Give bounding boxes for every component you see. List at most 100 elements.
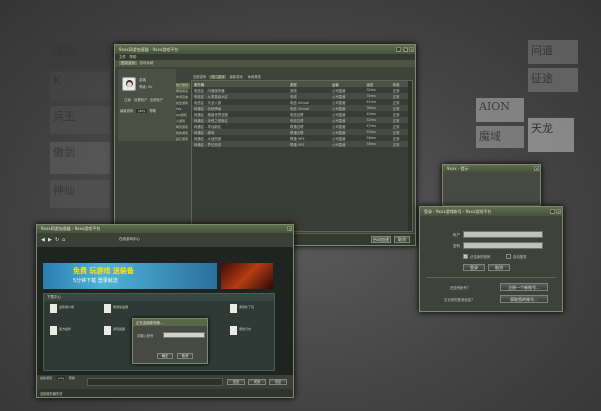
main-window-titlebar[interactable]: 9xxx网游加速器 - 9xxx游戏平台 _ □ × — [115, 45, 415, 54]
account-input[interactable] — [463, 231, 543, 238]
banner-headline: 免费 玩游戏 送装备 — [73, 267, 134, 275]
login-title: 登录 - 9xxx游戏帐号 - 9xxx游戏平台 — [424, 209, 492, 214]
remember-checkbox[interactable]: ✓ — [463, 254, 468, 259]
file-item[interactable]: 官方插件 — [50, 326, 80, 340]
small-window-title: 9xxx - 提示 — [447, 166, 469, 171]
close-icon[interactable]: × — [287, 226, 292, 231]
auto-login-checkbox[interactable] — [506, 254, 511, 259]
divider — [426, 277, 556, 278]
table-cell-type: 联通 VPS — [288, 141, 330, 147]
browser-toolbar: ◀ ▶ ↻ ⌂ 在线游戏中心 — [37, 233, 293, 247]
back-icon[interactable]: ◀ — [41, 237, 45, 243]
promo-banner[interactable]: 免费 玩游戏 送装备 5分钟下载 登录就送 — [43, 263, 217, 289]
footer-tag[interactable]: play — [57, 376, 66, 380]
file-item[interactable]: 游戏截图 — [104, 326, 134, 340]
clear-button[interactable]: 清空 — [269, 379, 287, 385]
login-cancel-button[interactable]: 取消 — [488, 264, 510, 271]
maximize-icon[interactable]: □ — [403, 47, 408, 52]
window-title: 9xxx网游加速器 - 9xxx游戏平台 — [119, 47, 179, 52]
tag-latest[interactable]: 最新游戏 — [120, 109, 133, 113]
bg-tile: 兵王 — [50, 106, 110, 134]
dialog-ok-button[interactable]: 确定 — [157, 353, 173, 359]
section-title: 下载中心 — [44, 294, 274, 301]
bg-tile: 问道 — [528, 40, 578, 64]
avatar[interactable] — [122, 77, 136, 91]
table-cell-name: 网通区 - 梦幻西游 — [192, 141, 288, 147]
download-panel: 下载中心 最新客户端 网游加速器 游戏补丁包 官方插件 游戏截图 更新日志 正在… — [43, 293, 275, 371]
forgot-text: 忘记你的登录信息？ — [444, 298, 475, 302]
close-button[interactable]: 关闭 — [248, 379, 266, 385]
no-account-text: 还没有帐号？ — [450, 286, 471, 290]
retrieve-button[interactable]: 获取您的帐号... — [500, 295, 548, 303]
minimize-icon[interactable]: _ — [396, 47, 401, 52]
login-button[interactable]: 登录 — [463, 264, 485, 271]
minimize-icon[interactable]: _ — [550, 209, 555, 214]
logout-link[interactable]: 注销 — [124, 98, 131, 102]
side-banner[interactable] — [221, 263, 273, 289]
dialog-label: 请输入帐号 — [137, 334, 154, 338]
bg-tile: 傲剑 — [50, 142, 110, 174]
home-icon[interactable]: ⌂ — [62, 237, 65, 243]
login-window: 登录 - 9xxx游戏帐号 - 9xxx游戏平台 _ × 帐户 密码 ✓ 记住我… — [419, 206, 563, 312]
refresh-icon[interactable]: ↻ — [55, 237, 59, 243]
account-label: 帐户 — [453, 233, 461, 237]
server-table: 服务器 类型 运营 延迟 状态 电信区 - 问道服务器 双线 公司直营 32ms 正常电… — [192, 81, 412, 147]
tab-new[interactable]: 最新游戏 — [228, 75, 245, 79]
user-panel: 游客 等级: 0V 注销 设置帐户 全部帐户 最新游戏 play 帮助 — [118, 69, 176, 141]
tag-play[interactable]: play — [136, 109, 148, 113]
forward-icon[interactable]: ▶ — [48, 237, 52, 243]
user-tags: 最新游戏 play 帮助 — [120, 108, 156, 113]
category-item[interactable]: 其它游戏 — [176, 137, 190, 143]
bg-tile: AION — [476, 98, 524, 122]
table-cell-ping: 58ms — [364, 141, 391, 147]
browser-titlebar[interactable]: 9xxx网游加速器 - 9xxx游戏平台 × — [37, 225, 293, 233]
file-item[interactable]: 网游加速器 — [104, 304, 134, 318]
tab-hot[interactable]: 热门游戏 — [209, 75, 227, 79]
settings-link[interactable]: 设置帐户 — [134, 98, 148, 102]
web-content: 免费 玩游戏 送装备 5分钟下载 登录就送 下载中心 最新客户端 网游加速器 游… — [37, 247, 293, 383]
toolbar-login[interactable]: 登录游戏 — [119, 61, 137, 65]
footer-tag[interactable]: 帮助 — [69, 376, 75, 380]
password-label: 密码 — [453, 244, 461, 248]
accounts-link[interactable]: 全部帐户 — [150, 98, 164, 102]
file-item[interactable]: 最新客户端 — [50, 304, 80, 318]
table-row[interactable]: 网通区 - 梦幻西游 联通 VPS 公司直营 58ms 正常 — [192, 141, 412, 147]
register-button[interactable]: 注册一个新帐号... — [500, 283, 548, 291]
password-input[interactable] — [463, 242, 543, 249]
small-window-titlebar[interactable]: 9xxx - 提示 × — [443, 165, 540, 172]
tab-all[interactable]: 全部游戏 — [191, 75, 208, 79]
toolbar-store[interactable]: 游戏商城 — [139, 61, 153, 65]
accelerate-button[interactable]: 启动加速 — [371, 236, 391, 243]
bg-tile: 寻仙 — [50, 40, 110, 68]
browser-title: 9xxx网游加速器 - 9xxx游戏平台 — [41, 226, 101, 231]
footer-tag[interactable]: 最新游戏 — [40, 376, 52, 380]
send-button[interactable]: 发送 — [227, 379, 245, 385]
toolbar: 登录游戏 游戏商城 — [115, 60, 415, 67]
close-icon[interactable]: × — [409, 47, 414, 52]
close-icon[interactable]: × — [534, 166, 539, 171]
menu-file[interactable]: 文件 — [119, 55, 126, 59]
file-icon — [50, 304, 57, 313]
file-icon — [230, 304, 237, 313]
file-item[interactable]: 游戏补丁包 — [230, 304, 260, 318]
table-cell-op: 公司直营 — [330, 141, 365, 147]
close-icon[interactable]: × — [556, 209, 561, 214]
bg-tile: 天龙 — [528, 118, 574, 152]
connect-dialog: 正在连接服务器... 请输入帐号 确定 取消 — [132, 318, 208, 364]
bg-tile: 魔域 — [476, 126, 524, 148]
dialog-input[interactable] — [163, 332, 205, 338]
dialog-cancel-button[interactable]: 取消 — [177, 353, 193, 359]
tab-casual[interactable]: 休闲竞技 — [246, 75, 263, 79]
browser-status-bar: 连接服务器完成 — [37, 389, 293, 397]
menu-help[interactable]: 帮助 — [129, 55, 136, 59]
file-icon — [230, 326, 237, 335]
chat-input[interactable] — [87, 378, 223, 386]
user-level: 等级: 0V — [139, 85, 153, 89]
scrollbar[interactable] — [408, 81, 412, 231]
bg-tile: 征途 — [528, 68, 578, 92]
file-icon — [104, 304, 111, 313]
cancel-button[interactable]: 取消 — [394, 236, 410, 243]
tag-help[interactable]: 帮助 — [149, 109, 156, 113]
file-item[interactable]: 更新日志 — [230, 326, 260, 340]
login-titlebar[interactable]: 登录 - 9xxx游戏帐号 - 9xxx游戏平台 _ × — [420, 207, 562, 216]
